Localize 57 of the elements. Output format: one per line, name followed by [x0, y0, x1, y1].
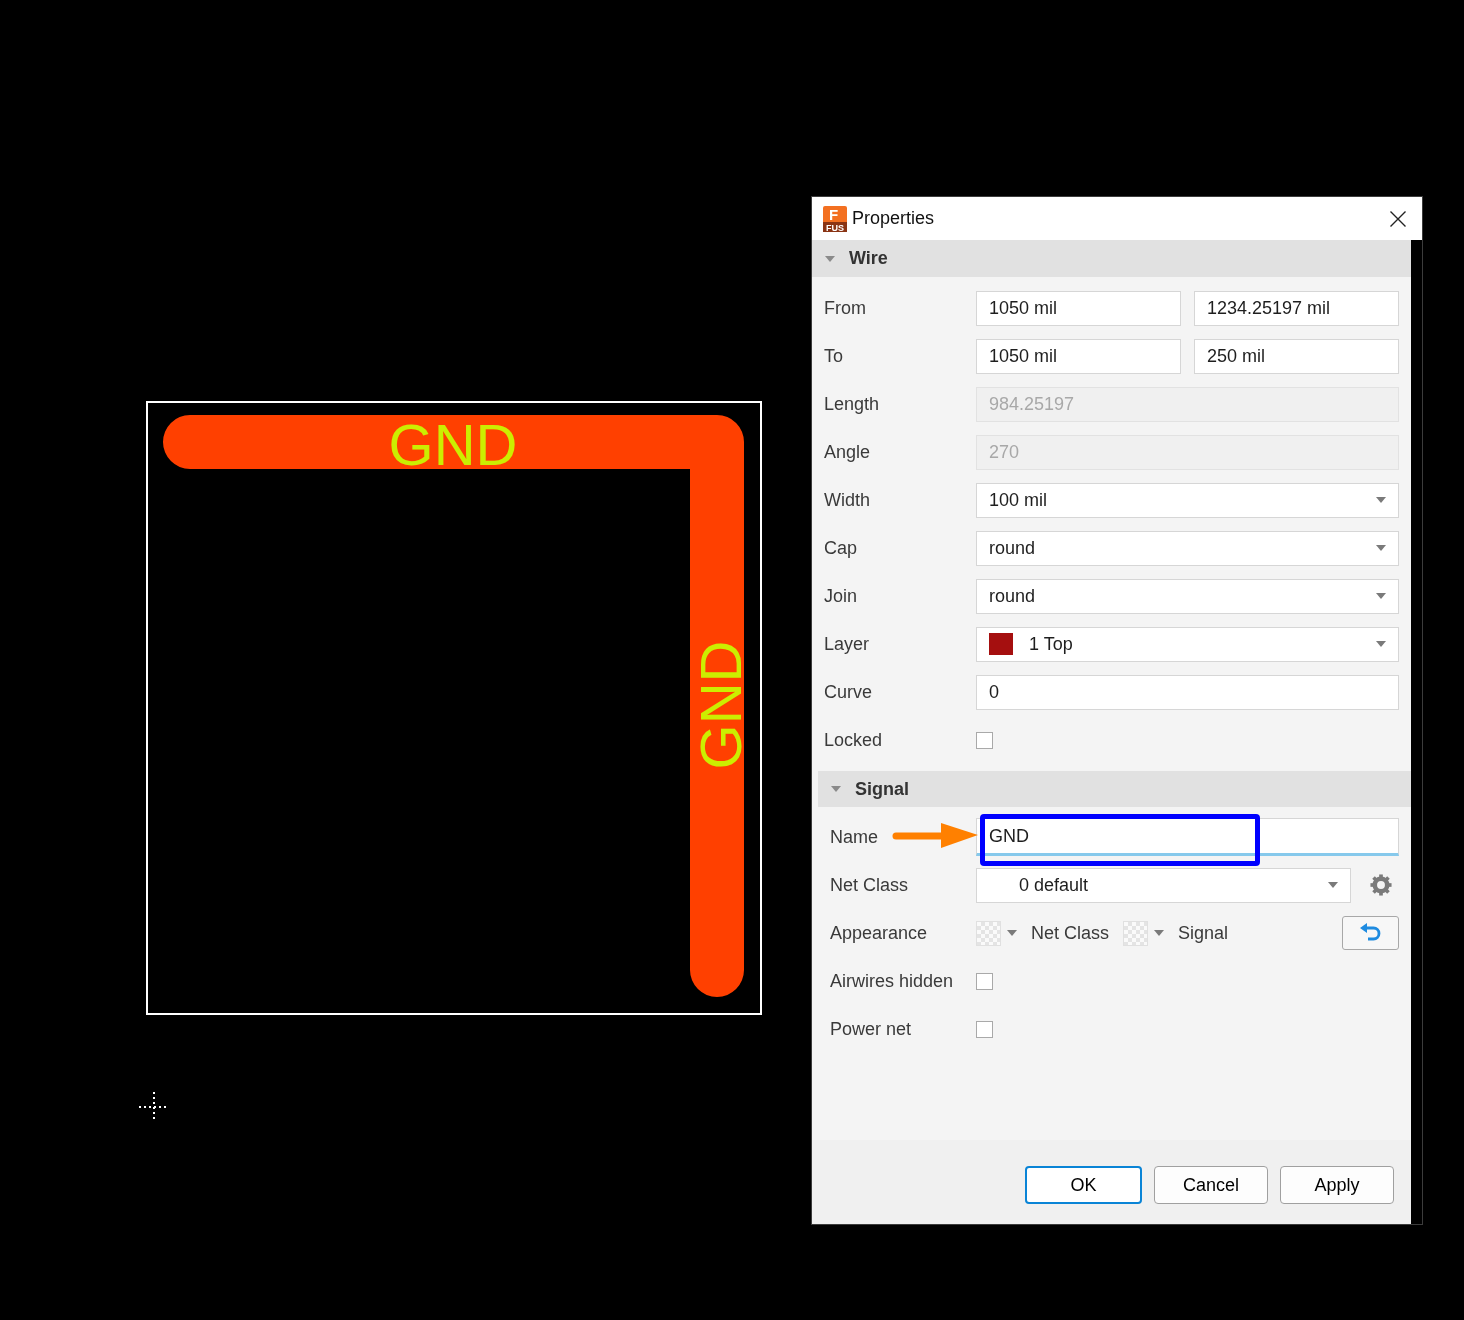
- field-label: Angle: [824, 441, 871, 463]
- field-label: Appearance: [830, 922, 928, 944]
- field-label: Length: [824, 393, 880, 415]
- input-field[interactable]: 1234.25197 mil: [1194, 290, 1399, 326]
- app-logo-icon: F FUS: [823, 205, 847, 232]
- net-label: GND: [688, 640, 753, 770]
- window-title: Properties: [852, 208, 935, 229]
- field-label: Layer: [824, 633, 870, 655]
- caret-icon[interactable]: [1376, 497, 1386, 503]
- dialog-button[interactable]: OK: [1025, 1166, 1142, 1204]
- dialog-button[interactable]: Cancel: [1154, 1166, 1268, 1204]
- field-label: Net Class: [830, 874, 909, 896]
- caret-icon[interactable]: [831, 786, 841, 792]
- caret-icon[interactable]: [1328, 882, 1338, 888]
- input-field[interactable]: 1050 mil: [976, 290, 1181, 326]
- section-header[interactable]: Wire: [812, 240, 1411, 277]
- caret-icon[interactable]: [1376, 641, 1386, 647]
- swatch-icon[interactable]: [976, 920, 1001, 946]
- field-label: Curve: [824, 681, 872, 703]
- field-label: Power net: [830, 1018, 912, 1040]
- dialog-button[interactable]: Apply: [1280, 1166, 1394, 1204]
- field-label: Airwires hidden: [830, 970, 954, 992]
- field-label: Name: [830, 826, 878, 848]
- caret-icon[interactable]: [1376, 593, 1386, 599]
- caret-icon[interactable]: [1007, 930, 1017, 936]
- close-icon[interactable]: [1390, 210, 1406, 227]
- caret-icon[interactable]: [1376, 545, 1386, 551]
- field-label: Locked: [824, 729, 883, 751]
- swatch-icon[interactable]: [1123, 920, 1149, 946]
- input-field[interactable]: 0: [976, 674, 1399, 710]
- field-label: Join: [824, 585, 858, 607]
- dropdown-field[interactable]: 0 default: [976, 867, 1351, 903]
- reset-button[interactable]: [1342, 916, 1399, 950]
- caret-icon[interactable]: [1154, 930, 1165, 936]
- field-label: From: [824, 297, 866, 319]
- dropdown-field[interactable]: 100 mil: [976, 482, 1399, 518]
- dropdown-field[interactable]: round: [976, 578, 1399, 614]
- input-field[interactable]: GND: [976, 818, 1399, 856]
- field-label: To: [824, 345, 843, 367]
- dropdown-field[interactable]: 1 Top: [976, 626, 1399, 662]
- undo-icon[interactable]: [1358, 923, 1383, 943]
- field-label: Cap: [824, 537, 858, 559]
- section-title: Signal: [855, 778, 909, 800]
- checkbox[interactable]: [976, 731, 993, 749]
- caret-icon[interactable]: [825, 255, 835, 262]
- section-header[interactable]: Signal: [818, 771, 1411, 807]
- net-label: GND: [388, 412, 518, 477]
- input-field[interactable]: 250 mil: [1194, 338, 1399, 374]
- input-field[interactable]: 1050 mil: [976, 338, 1181, 374]
- field-label: Width: [824, 489, 870, 511]
- section-title: Wire: [849, 248, 888, 269]
- option-label: Signal: [1178, 922, 1229, 944]
- settings-icon[interactable]: [1370, 874, 1392, 896]
- dropdown-field[interactable]: round: [976, 530, 1399, 566]
- checkbox[interactable]: [976, 1020, 993, 1038]
- checkbox[interactable]: [976, 972, 993, 990]
- option-label: Net Class: [1031, 922, 1110, 944]
